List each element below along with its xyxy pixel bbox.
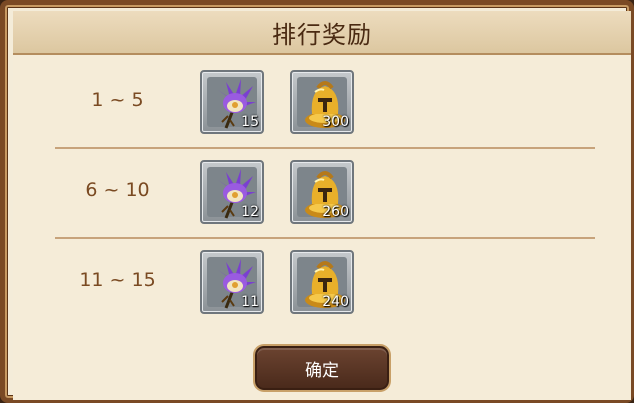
rank-range: 11 ~ 15	[79, 269, 156, 291]
reward-item-flower[interactable]: 11	[200, 250, 264, 314]
reward-count: 15	[241, 114, 259, 130]
reward-row: 11 ~ 15 11 240	[55, 235, 595, 325]
reward-count: 240	[322, 294, 349, 310]
panel-title: 排行奖励	[272, 20, 372, 49]
reward-row: 1 ~ 5 15 300	[55, 55, 595, 145]
reward-item-helmet[interactable]: 240	[290, 250, 354, 314]
confirm-button[interactable]: 确定	[255, 346, 389, 390]
reward-row: 6 ~ 10 12 260	[55, 145, 595, 235]
reward-item-flower[interactable]: 12	[200, 160, 264, 224]
reward-item-helmet[interactable]: 300	[290, 70, 354, 134]
reward-count: 12	[241, 204, 259, 220]
reward-count: 260	[322, 204, 349, 220]
reward-item-flower[interactable]: 15	[200, 70, 264, 134]
panel-header: 排行奖励	[13, 11, 631, 55]
rank-range: 6 ~ 10	[85, 179, 150, 201]
reward-item-helmet[interactable]: 260	[290, 160, 354, 224]
reward-count: 300	[322, 114, 349, 130]
rank-range: 1 ~ 5	[91, 89, 144, 111]
reward-count: 11	[241, 294, 259, 310]
reward-panel: 排行奖励 1 ~ 5 15 300 6 ~ 10 12 260 11 ~ 15 …	[0, 0, 634, 403]
confirm-button-label: 确定	[305, 360, 339, 381]
